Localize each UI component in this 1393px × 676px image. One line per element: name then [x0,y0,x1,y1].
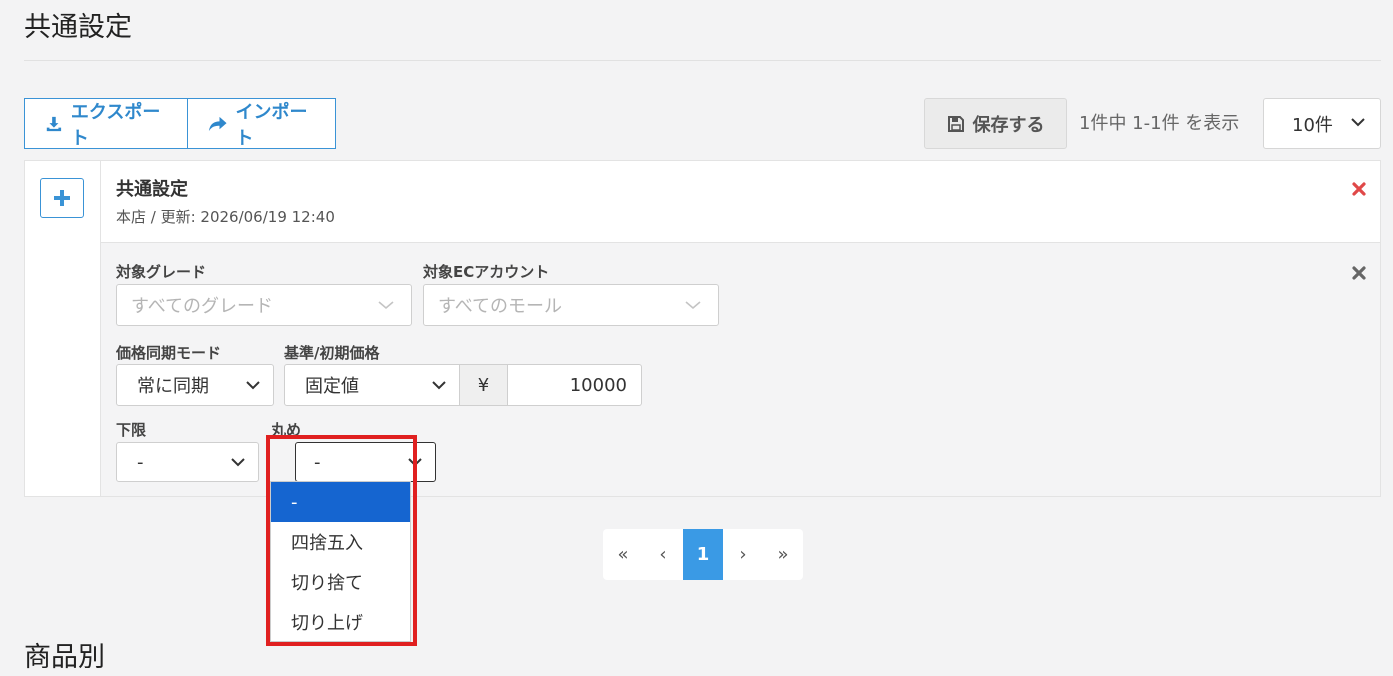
chevron-down-icon [685,301,701,310]
pagination-first[interactable]: « [603,529,643,580]
per-page-value: 10件 [1292,114,1333,136]
annotation-highlight-box [266,435,417,646]
download-icon [46,116,62,131]
chevron-down-icon [231,458,245,467]
save-label: 保存する [972,114,1045,136]
import-export-group: エクスポート インポート [24,98,336,149]
currency-addon: ¥ [460,364,508,406]
sync-mode-label: 価格同期モード [116,344,222,362]
close-icon [1352,182,1366,196]
add-button[interactable] [40,178,84,218]
result-count: 1件中 1-1件 を表示 [1079,113,1240,134]
grade-placeholder: すべてのグレード [131,296,274,317]
entry-title: 共通設定 [116,179,188,200]
base-price-input[interactable]: 10000 [508,364,642,406]
sync-mode-select[interactable]: 常に同期 [116,364,274,406]
pagination-next[interactable]: › [723,529,763,580]
page-title: 共通設定 [24,12,132,43]
grade-label: 対象グレード [116,263,207,281]
pagination: « ‹ 1 › » [603,529,803,580]
plus-icon [54,190,70,206]
share-arrow-icon [208,116,227,131]
save-button[interactable]: 保存する [924,98,1067,149]
section-heading: 商品別 [24,642,105,673]
sync-mode-value: 常に同期 [137,376,209,397]
floppy-disk-icon [947,115,964,132]
entry-actions-column [25,161,101,496]
export-button[interactable]: エクスポート [24,98,188,149]
grade-select[interactable]: すべてのグレード [116,284,412,326]
ec-account-select[interactable]: すべてのモール [423,284,719,326]
title-divider [24,60,1381,61]
lower-limit-value: - [137,451,144,473]
setting-entry-panel: 共通設定 本店 / 更新: 2026/06/19 12:40 対象グレード すべ… [24,160,1381,497]
entry-subtitle: 本店 / 更新: 2026/06/19 12:40 [116,208,335,226]
delete-entry-button[interactable] [1352,181,1366,200]
base-price-mode-value: 固定値 [305,376,359,397]
ec-account-label: 対象ECアカウント [423,263,550,281]
chevron-down-icon [246,381,260,390]
chevron-down-icon [378,301,394,310]
ec-account-placeholder: すべてのモール [438,296,563,317]
import-button[interactable]: インポート [188,98,336,149]
per-page-select[interactable]: 10件 [1263,98,1381,149]
pagination-prev[interactable]: ‹ [643,529,683,580]
import-label: インポート [235,101,308,149]
lower-limit-label: 下限 [116,421,147,439]
chevron-down-icon [432,381,446,390]
chevron-down-icon [1351,118,1365,127]
pagination-current[interactable]: 1 [683,529,723,580]
base-price-mode-select[interactable]: 固定値 [284,364,460,406]
base-price-label: 基準/初期価格 [284,344,380,362]
lower-limit-select[interactable]: - [116,442,259,482]
export-label: エクスポート [70,101,161,149]
clear-form-button[interactable] [1352,265,1366,284]
close-icon [1352,266,1366,280]
pagination-last[interactable]: » [763,529,803,580]
